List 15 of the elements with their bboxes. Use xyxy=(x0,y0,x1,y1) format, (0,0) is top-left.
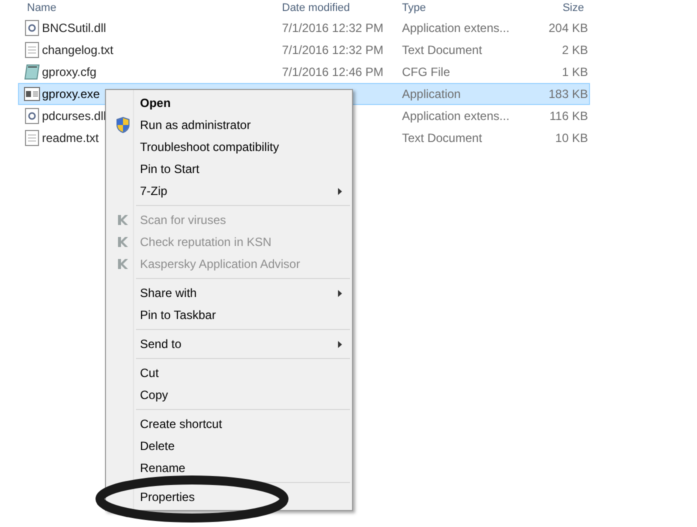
file-size: 2 KB xyxy=(560,42,588,59)
file-size: 1 KB xyxy=(560,64,588,81)
file-type: Application extens... xyxy=(402,20,510,37)
file-type: Application xyxy=(402,86,462,103)
date-modified: 7/1/2016 12:46 PM xyxy=(282,65,384,79)
file-type: Text Document xyxy=(402,130,484,147)
file-size: 10 KB xyxy=(554,130,588,147)
file-type: CFG File xyxy=(402,64,451,81)
date-modified: 7/1/2016 12:32 PM xyxy=(282,43,384,57)
file-size: 183 KB xyxy=(548,86,588,103)
file-size: 204 KB xyxy=(548,20,588,37)
file-size: 116 KB xyxy=(548,108,588,125)
file-type: Application extens... xyxy=(402,108,510,125)
date-modified: 7/1/2016 12:32 PM xyxy=(282,21,384,35)
file-type: Text Document xyxy=(402,42,484,59)
